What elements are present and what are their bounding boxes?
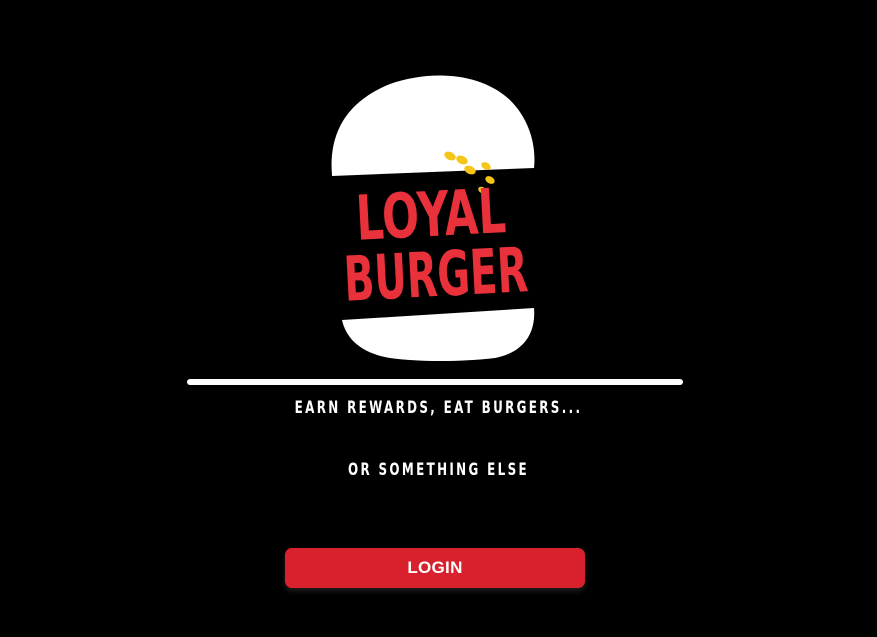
divider-line: [187, 379, 683, 385]
tagline-secondary: OR SOMETHING ELSE: [347, 460, 529, 480]
burger-logo-graphic: LOYAL BURGER: [331, 75, 535, 361]
top-bun: [331, 75, 535, 176]
loyal-burger-logo: LOYAL BURGER: [320, 70, 550, 370]
login-button[interactable]: LOGIN: [285, 548, 585, 588]
tagline-primary: EARN REWARDS, EAT BURGERS...: [294, 398, 583, 418]
bottom-bun: [342, 308, 535, 361]
logo-line-2: BURGER: [342, 233, 530, 316]
app-screen: LOYAL BURGER EARN REWARDS, EAT BURGERS..…: [0, 0, 877, 637]
